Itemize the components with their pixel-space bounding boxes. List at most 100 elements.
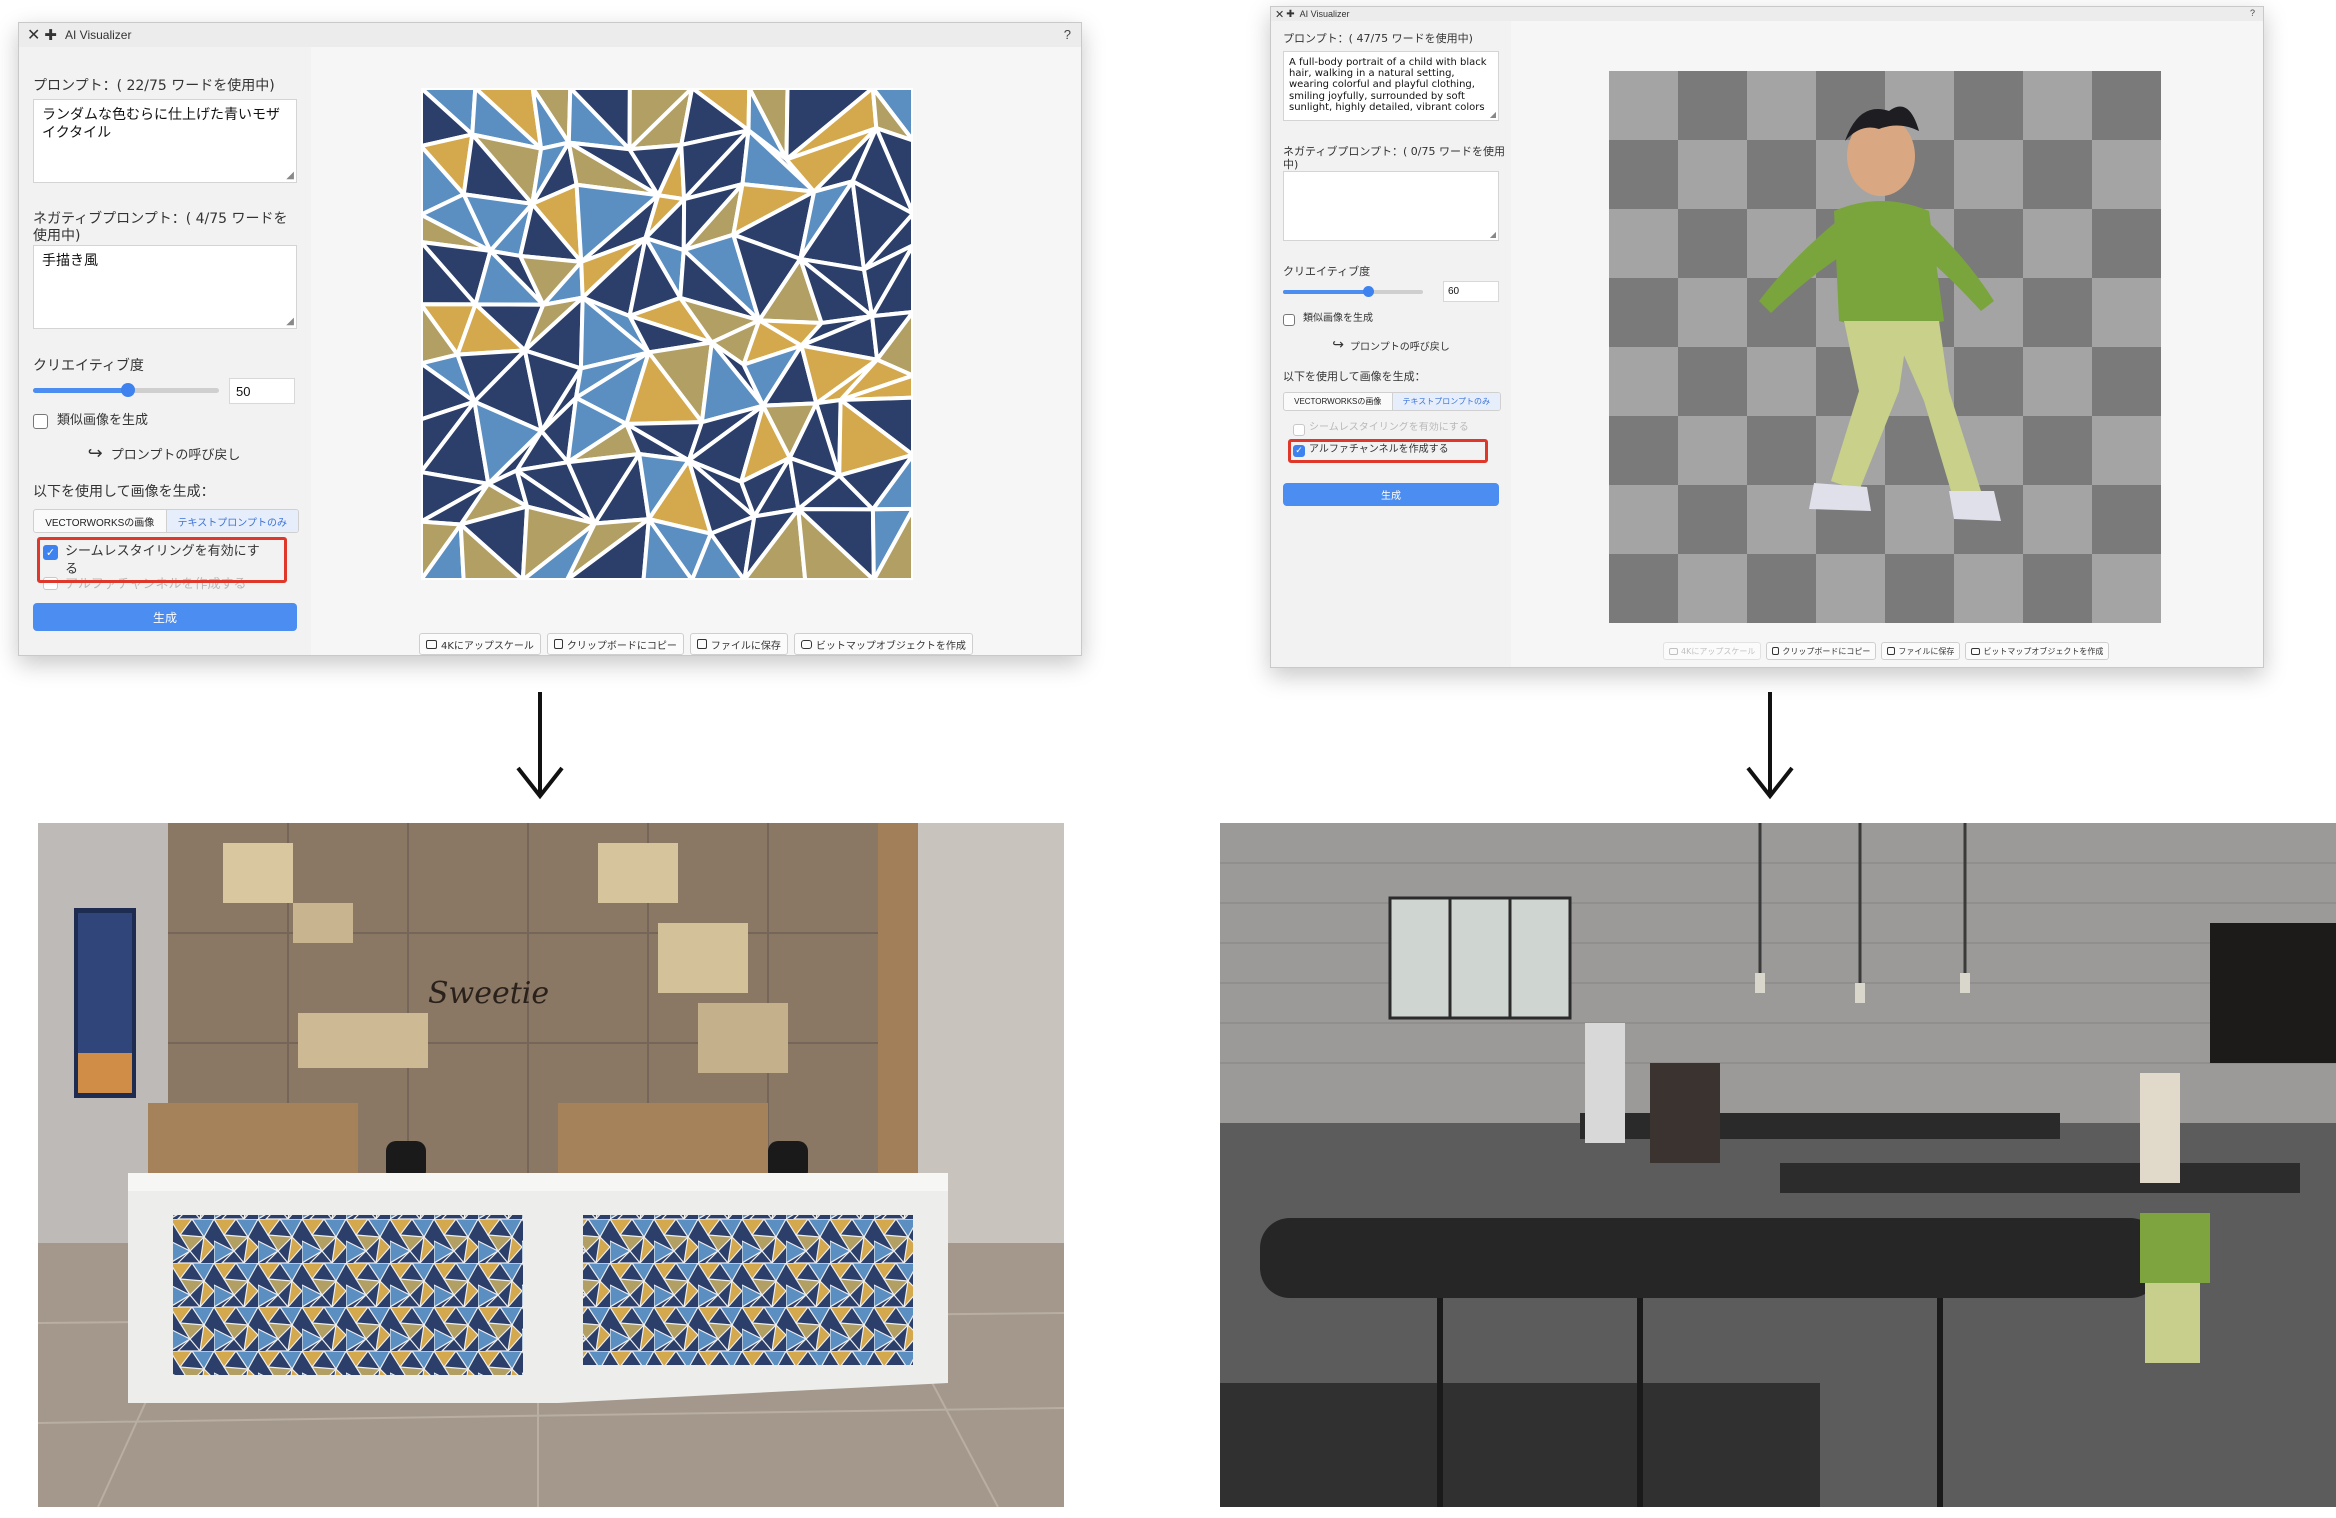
ai-visualizer-window-left: ✕ ✚ AI Visualizer ? プロンプト：( 22/75 ワードを使用… (18, 22, 1082, 656)
checker-cell (1678, 71, 1747, 140)
prompt-input[interactable]: ランダムな色むらに仕上げた青いモザイクタイル ◢ (33, 99, 297, 183)
resize-grip-icon[interactable]: ◢ (286, 317, 294, 327)
resize-grip-icon[interactable]: ◢ (1490, 111, 1496, 119)
preview-canvas: 4Kにアップスケール クリップボードにコピー ファイルに保存 ビットマップオブジ… (1511, 21, 2263, 667)
prompt-text: ランダムな色むらに仕上げた青いモザイクタイル (42, 107, 280, 142)
generate-using-label: 以下を使用して画像を生成： (1283, 370, 1426, 383)
checker-cell (1609, 347, 1678, 416)
similar-image-label: 類似画像を生成 (57, 413, 149, 428)
checker-cell (2092, 554, 2161, 623)
segment-vectorworks-image[interactable]: VECTORWORKSの画像 (1284, 393, 1393, 410)
resize-grip-icon[interactable]: ◢ (1490, 231, 1496, 239)
checker-cell (1816, 554, 1885, 623)
creativity-slider-fill (1283, 290, 1367, 294)
picture-icon (426, 639, 437, 649)
checker-cell (1954, 71, 2023, 140)
checker-cell (1954, 554, 2023, 623)
cafe-render (1220, 823, 2336, 1507)
checker-cell (1747, 416, 1816, 485)
save-file-button[interactable]: ファイルに保存 (1881, 642, 1961, 660)
prompt-recall-label: プロンプトの呼び戻し (110, 447, 241, 463)
segment-text-prompt-only[interactable]: テキストプロンプトのみ (166, 510, 298, 532)
prompt-recall-button[interactable]: ↪ プロンプトの呼び戻し (1311, 334, 1471, 356)
similar-image-label: 類似画像を生成 (1303, 313, 1373, 324)
window-title: AI Visualizer (1299, 9, 1350, 19)
upscale-4k-button[interactable]: 4Kにアップスケール (419, 633, 541, 655)
title-bar: ✕ ✚ AI Visualizer ? (1271, 7, 2263, 21)
child-alpha-image (1609, 71, 2161, 623)
prompt-recall-label: プロンプトの呼び戻し (1350, 341, 1450, 353)
seamless-tiling-highlight (37, 537, 287, 583)
settings-panel: プロンプト：( 47/75 ワードを使用中) A full-body portr… (1271, 21, 1512, 667)
prompt-input[interactable]: A full-body portrait of a child with bla… (1283, 51, 1499, 121)
creativity-label: クリエイティブ度 (1283, 265, 1371, 278)
copy-clipboard-button[interactable]: クリップボードにコピー (1766, 642, 1877, 660)
creativity-slider-knob[interactable] (1363, 286, 1374, 297)
down-arrow-icon (1746, 692, 1794, 800)
source-segmented-control[interactable]: VECTORWORKSの画像 テキストプロンプトのみ (1283, 392, 1501, 411)
cafe-scene (1220, 823, 2336, 1507)
checker-cell (2092, 278, 2161, 347)
save-file-button[interactable]: ファイルに保存 (689, 633, 788, 655)
resize-grip-icon[interactable]: ◢ (286, 171, 294, 181)
upscale-4k-label: 4Kにアップスケール (441, 640, 534, 652)
checker-cell (2023, 209, 2092, 278)
prompt-recall-button[interactable]: ↪ プロンプトの呼び戻し (59, 439, 269, 467)
seamless-tiling-label: シームレスタイリングを有効にする (1309, 422, 1469, 433)
create-bitmap-button[interactable]: ビットマップオブジェクトを作成 (1965, 642, 2110, 660)
checker-cell (1747, 347, 1816, 416)
mosaic-tile-image (421, 88, 913, 580)
checker-cell (2023, 554, 2092, 623)
negative-prompt-text: 手描き風 (42, 253, 98, 269)
checker-cell (1609, 278, 1678, 347)
negative-prompt-input[interactable]: ◢ (1283, 171, 1499, 241)
checker-cell (2023, 71, 2092, 140)
checker-cell (1609, 209, 1678, 278)
help-icon[interactable]: ? (1064, 27, 1071, 42)
checker-cell (1678, 209, 1747, 278)
checker-cell (2023, 278, 2092, 347)
segment-text-prompt-only[interactable]: テキストプロンプトのみ (1392, 393, 1500, 410)
creativity-slider-knob[interactable] (121, 383, 135, 397)
help-icon[interactable]: ? (2250, 8, 2255, 18)
checker-cell (1678, 140, 1747, 209)
checker-cell (2092, 140, 2161, 209)
upscale-4k-button[interactable]: 4Kにアップスケール (1663, 642, 1762, 660)
negative-prompt-label: ネガティブプロンプト：( 0/75 ワードを使用中) (1283, 145, 1505, 172)
generate-button[interactable]: 生成 (33, 603, 297, 631)
creativity-value-field[interactable]: 60 (1443, 281, 1499, 302)
checker-cell (1609, 71, 1678, 140)
checker-cell (1747, 485, 1816, 554)
save-icon (696, 639, 707, 649)
segment-vectorworks-image[interactable]: VECTORWORKSの画像 (34, 510, 167, 532)
creativity-slider[interactable] (1283, 286, 1423, 297)
checker-cell (1747, 554, 1816, 623)
seamless-tiling-checkbox[interactable] (1293, 424, 1305, 436)
generate-button[interactable]: 生成 (1283, 483, 1499, 506)
checker-cell (2023, 416, 2092, 485)
child-right-shoe (1949, 491, 2001, 521)
checker-cell (2092, 347, 2161, 416)
close-icon[interactable]: ✕ (27, 25, 40, 45)
create-bitmap-label: ビットマップオブジェクトを作成 (815, 640, 966, 652)
negative-prompt-label: ネガティブプロンプト：( 4/75 ワードを使用中) (33, 211, 288, 244)
creativity-slider[interactable] (33, 383, 219, 397)
child-left-shoe (1809, 483, 1871, 511)
creativity-value-field[interactable]: 50 (229, 378, 295, 404)
create-bitmap-button[interactable]: ビットマップオブジェクトを作成 (793, 633, 973, 655)
close-icon[interactable]: ✕ (1275, 8, 1284, 21)
checker-cell (1747, 140, 1816, 209)
pin-icon[interactable]: ✚ (44, 26, 57, 44)
pin-icon[interactable]: ✚ (1286, 9, 1294, 20)
checker-cell (1678, 554, 1747, 623)
return-arrow-icon: ↪ (1332, 337, 1345, 353)
copy-clipboard-button[interactable]: クリップボードにコピー (546, 633, 684, 655)
similar-image-checkbox[interactable] (33, 414, 48, 429)
negative-prompt-input[interactable]: 手描き風 ◢ (33, 245, 297, 329)
sweetie-signage: Sweetie (428, 976, 549, 1011)
similar-image-checkbox[interactable] (1283, 314, 1295, 326)
ai-visualizer-window-right: ✕ ✚ AI Visualizer ? プロンプト：( 47/75 ワードを使用… (1270, 6, 2264, 668)
checker-cell (1678, 278, 1747, 347)
creativity-label: クリエイティブ度 (33, 358, 144, 374)
source-segmented-control[interactable]: VECTORWORKSの画像 テキストプロンプトのみ (33, 509, 299, 533)
